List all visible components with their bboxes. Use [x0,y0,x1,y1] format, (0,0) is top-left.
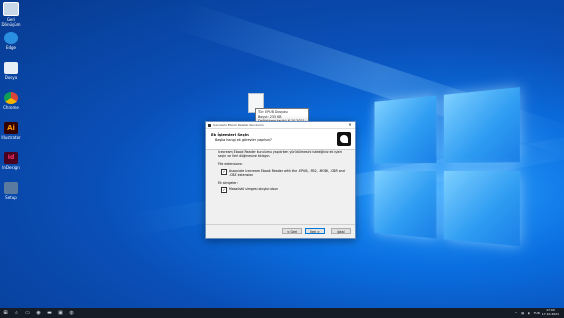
network-icon[interactable]: ▤ [521,311,524,315]
close-icon[interactable]: ✕ [347,122,353,128]
desktop-icon-checkbox[interactable]: ✓ [221,187,227,194]
desktop-icon-indesign[interactable]: Id InDesign [0,152,22,170]
desktop-icon-label: Geri Dönüşüm [1,17,21,27]
search-icon[interactable]: ⌕ [11,308,22,318]
associate-checkbox[interactable]: ✓ [221,168,227,175]
extra-icons-label: Ek simgeler: [218,181,238,186]
chevron-up-icon[interactable]: ^ [515,311,518,315]
description-text: Icecream Ebook Reader kurulumu yapılırke… [218,150,342,159]
desktop-icon-label: Setup [5,195,17,200]
page-heading: Ek İşlemleri Seçin [211,132,249,137]
dialog-title: Icecream Ebook Reader Kurulumu [213,123,264,127]
edge-taskbar-icon[interactable]: ◉ [33,308,44,318]
next-button[interactable]: İleri > [305,228,325,234]
taskbar: ⊞ ⌕ ▭ ◉ ▬ ▣ ◍ ^ ▤ ◖ TUR 17:00 17.10.2021 [0,308,564,318]
store-icon[interactable]: ▣ [55,308,66,318]
volume-icon[interactable]: ◖ [528,311,530,315]
app-icon [208,123,211,127]
file-explorer-icon[interactable]: ▬ [44,308,55,318]
illustrator-icon: Ai [4,122,18,134]
desktop-icon-edge[interactable]: Edge [0,32,22,50]
chrome-taskbar-icon[interactable]: ◍ [66,308,77,318]
desktop-icon-chrome[interactable]: Chrome [0,92,22,110]
icecream-logo-icon [337,132,351,146]
dialog-footer: < Geri İleri > İptal [206,224,355,238]
task-view-icon[interactable]: ▭ [22,308,33,318]
desktop-icon-illustrator[interactable]: Ai Illustrator [0,122,22,140]
back-button[interactable]: < Geri [282,228,302,234]
dialog-titlebar[interactable]: Icecream Ebook Reader Kurulumu ✕ [206,122,355,129]
desktop-icon-recycle-bin[interactable]: Geri Dönüşüm [0,2,22,27]
desktop-icon-label: Illustrator [1,135,21,140]
associate-checkbox-label: Associate Icecream Ebook Reader with the… [229,168,345,177]
cancel-button[interactable]: İptal [331,228,351,234]
desktop-icon-setup[interactable]: Setup [0,182,22,200]
dialog-body: Icecream Ebook Reader kurulumu yapılırke… [218,150,346,194]
language-indicator[interactable]: TUR [534,311,540,315]
desktop: Geri Dönüşüm Edge Dosya Chrome Ai Illust… [0,0,564,308]
indesign-icon: Id [4,152,18,164]
file-extensions-label: File extensions: [218,162,243,167]
chrome-icon [4,92,18,104]
desktop-icon-label: Dosya [4,75,18,80]
setup-icon [4,182,18,194]
file-icon [4,62,18,74]
desktop-icon-label: InDesign [2,165,20,170]
associate-checkbox-row[interactable]: ✓ Associate Icecream Ebook Reader with t… [221,168,346,177]
clock-date: 17.10.2021 [541,312,559,316]
desktop-icon-file[interactable]: Dosya [0,62,22,80]
recycle-bin-icon [3,2,19,16]
dialog-header: Ek İşlemleri Seçin Başka hangi ek görevl… [206,129,355,150]
desktop-icon-label: Chrome [3,105,19,110]
setup-dialog: Icecream Ebook Reader Kurulumu ✕ Ek İşle… [205,121,356,239]
start-button[interactable]: ⊞ [0,308,11,318]
desktop-icon-checkbox-label: Masaüstü simgesi oluşturulsun [229,187,279,192]
desktop-icon-label: Edge [5,45,17,50]
edge-icon [4,32,18,44]
desktop-icon-checkbox-row[interactable]: ✓ Masaüstü simgesi oluşturulsun [221,187,346,194]
page-subheading: Başka hangi ek görevler yapılsın? [215,138,272,142]
windows-logo-wallpaper [374,87,525,254]
clock[interactable]: 17:00 17.10.2021 [542,309,559,316]
system-tray: ^ ▤ ◖ TUR 17:00 17.10.2021 [513,309,564,316]
